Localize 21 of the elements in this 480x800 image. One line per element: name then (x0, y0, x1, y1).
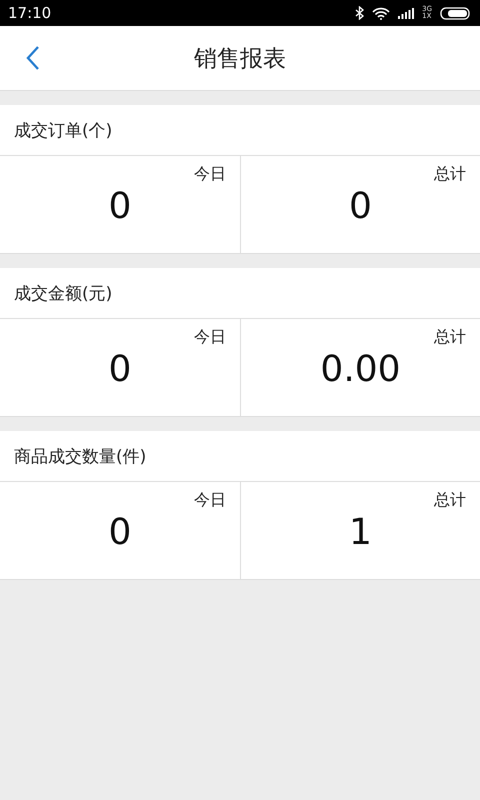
section-title: 成交订单(个) (0, 105, 480, 156)
stat-value: 0.00 (320, 348, 401, 392)
stat-label: 总计 (434, 327, 466, 348)
bluetooth-icon (355, 6, 364, 20)
stat-value: 1 (349, 511, 372, 555)
signal-icon (398, 8, 414, 18)
stat-value: 0 (349, 185, 372, 229)
status-time: 17:10 (8, 4, 52, 22)
stat-label: 总计 (434, 490, 466, 511)
stat-label: 总计 (434, 164, 466, 185)
wifi-icon (372, 6, 390, 20)
battery-icon (440, 6, 472, 20)
section-title: 成交金额(元) (0, 268, 480, 319)
stat-value: 0 (108, 185, 132, 229)
stat-value: 0 (108, 511, 132, 555)
stat-label: 今日 (194, 327, 226, 348)
stat-label: 今日 (194, 164, 226, 185)
stat-value: 0 (108, 348, 132, 392)
section-title: 商品成交数量(件) (0, 431, 480, 482)
stat-label: 今日 (194, 490, 226, 511)
page-title: 销售报表 (194, 44, 286, 74)
